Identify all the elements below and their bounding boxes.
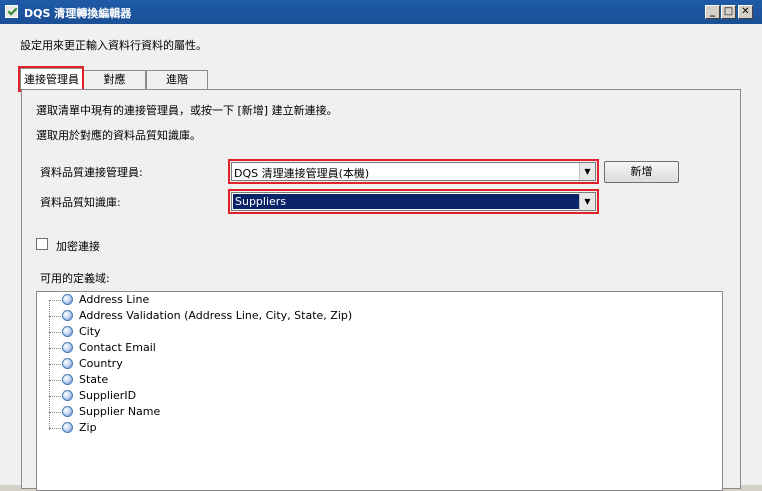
connection-manager-dropdown[interactable]: DQS 清理連接管理員(本機) ▼ bbox=[231, 162, 596, 181]
domain-label: City bbox=[79, 325, 101, 338]
tab-connection-manager[interactable]: 連接管理員 bbox=[20, 68, 83, 90]
knowledge-base-dropdown[interactable]: Suppliers ▼ bbox=[231, 192, 596, 211]
knowledge-base-label: 資料品質知識庫: bbox=[40, 196, 121, 209]
description-text: 設定用來更正輸入資料行資料的屬性。 bbox=[20, 39, 207, 52]
connection-manager-value: DQS 清理連接管理員(本機) bbox=[234, 167, 370, 180]
minimize-button[interactable]: _ bbox=[705, 5, 720, 19]
domain-label: State bbox=[79, 373, 109, 386]
tree-connector bbox=[49, 380, 63, 381]
tree-connector bbox=[49, 300, 50, 430]
domain-label: Address Line bbox=[79, 293, 150, 306]
instruction-line-2: 選取用於對應的資料品質知識庫。 bbox=[36, 129, 201, 142]
domain-label: SupplierID bbox=[79, 389, 137, 402]
tab-advanced[interactable]: 進階 bbox=[146, 70, 208, 89]
domain-label: Zip bbox=[79, 421, 97, 434]
domain-icon bbox=[62, 406, 73, 417]
domain-label: Contact Email bbox=[79, 341, 156, 354]
knowledge-base-value: Suppliers bbox=[233, 194, 580, 209]
tree-connector bbox=[49, 300, 63, 301]
domain-icon bbox=[62, 326, 73, 337]
composite-domain-icon bbox=[62, 310, 73, 321]
domain-icon bbox=[62, 422, 73, 433]
chevron-down-icon[interactable]: ▼ bbox=[579, 163, 595, 180]
available-domains-label: 可用的定義域: bbox=[40, 272, 110, 285]
new-connection-button[interactable]: 新增 bbox=[604, 161, 679, 183]
domain-label: Supplier Name bbox=[79, 405, 161, 418]
domain-icon bbox=[62, 342, 73, 353]
domain-icon bbox=[62, 294, 73, 305]
tab-mapping[interactable]: 對應 bbox=[83, 70, 146, 89]
window-title: DQS 清理轉換編輯器 bbox=[24, 7, 132, 20]
domains-tree[interactable]: Address Line Address Validation (Address… bbox=[36, 291, 723, 491]
tree-connector bbox=[49, 364, 63, 365]
tree-connector bbox=[49, 428, 63, 429]
close-button[interactable]: ✕ bbox=[738, 5, 753, 19]
tree-connector bbox=[49, 332, 63, 333]
tree-connector bbox=[49, 412, 63, 413]
chevron-down-icon[interactable]: ▼ bbox=[579, 193, 595, 210]
tree-connector bbox=[49, 396, 63, 397]
titlebar: DQS 清理轉換編輯器 _ □ ✕ bbox=[0, 0, 762, 24]
tree-connector bbox=[49, 316, 63, 317]
app-icon bbox=[5, 5, 18, 18]
maximize-button[interactable]: □ bbox=[721, 5, 736, 19]
encrypt-connection-label: 加密連接 bbox=[56, 240, 100, 253]
connection-manager-label: 資料品質連接管理員: bbox=[40, 166, 143, 179]
domain-label: Address Validation (Address Line, City, … bbox=[79, 309, 353, 322]
domain-icon bbox=[62, 358, 73, 369]
instruction-line-1: 選取清單中現有的連接管理員，或按一下 [新增] 建立新連接。 bbox=[36, 104, 338, 117]
domain-icon bbox=[62, 390, 73, 401]
encrypt-connection-checkbox[interactable] bbox=[36, 238, 48, 250]
domain-icon bbox=[62, 374, 73, 385]
domain-label: Country bbox=[79, 357, 123, 370]
tree-connector bbox=[49, 348, 63, 349]
